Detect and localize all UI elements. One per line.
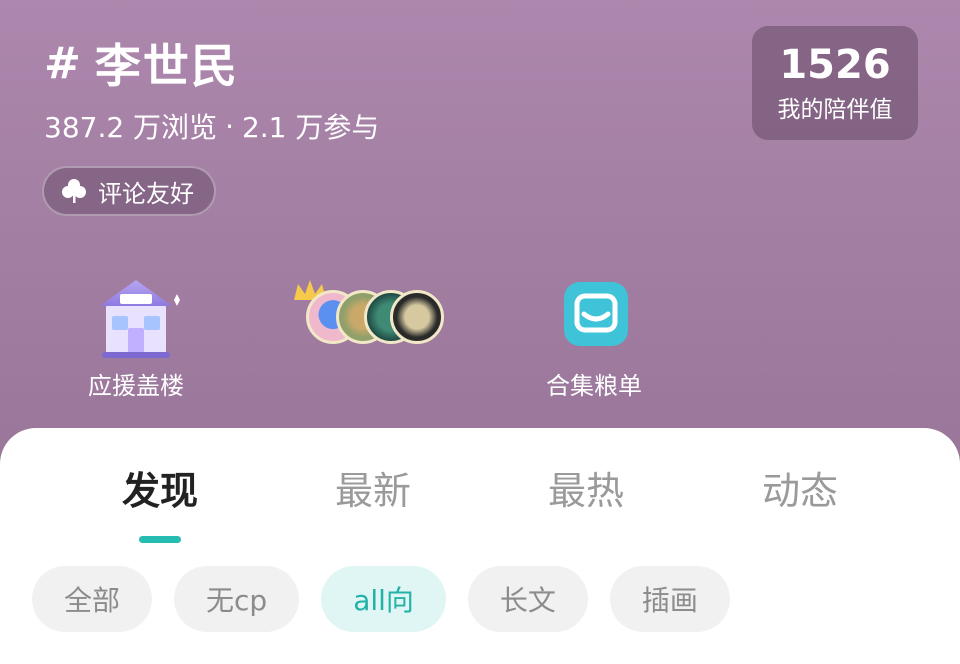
chip-all-direction[interactable]: all向 (321, 566, 446, 632)
chip-long-text[interactable]: 长文 (467, 566, 588, 632)
tab-hottest[interactable]: 最热 (506, 460, 666, 515)
tab-discover[interactable]: 发现 (80, 460, 240, 515)
comment-friendly-badge[interactable]: 评论友好 (42, 166, 216, 216)
topic-header: # 李世民 387.2 万浏览 · 2.1 万参与 评论友好 1526 我的陪伴… (0, 0, 960, 460)
companion-value: 1526 (779, 42, 891, 88)
fans-ranking-label (270, 366, 470, 396)
stats-separator: · (225, 109, 234, 143)
topic-title-row: # 李世民 (44, 30, 239, 96)
topic-title: 李世民 (94, 39, 239, 93)
filter-chips: 全部 无cp all向 长文 插画 (32, 566, 752, 632)
companion-label: 我的陪伴值 (777, 97, 893, 123)
companion-value-card[interactable]: 1526 我的陪伴值 (752, 26, 918, 140)
chip-illustration[interactable]: 插画 (609, 566, 730, 632)
badge-label: 评论友好 (98, 179, 194, 208)
tab-bar: 发现 最新 最热 动态 (0, 460, 960, 520)
views-count: 387.2 万浏览 (44, 111, 218, 144)
collection-list-entry[interactable]: 合集粮单 (494, 270, 694, 401)
topic-stats: 387.2 万浏览 · 2.1 万参与 (44, 106, 379, 146)
hash-icon: # (44, 37, 81, 89)
participants-count: 2.1 万参与 (241, 111, 380, 144)
building-icon (100, 280, 180, 358)
clover-icon (62, 179, 86, 203)
support-building-entry[interactable]: 应援盖楼 (36, 270, 236, 401)
support-building-label: 应援盖楼 (88, 372, 184, 400)
content-panel: 发现 最新 最热 动态 全部 无cp all向 长文 插画 (0, 428, 960, 664)
tab-latest[interactable]: 最新 (293, 460, 453, 515)
tab-activity[interactable]: 动态 (720, 460, 880, 515)
collection-list-label: 合集粮单 (546, 372, 642, 400)
chip-no-cp[interactable]: 无cp (174, 566, 300, 632)
active-tab-indicator (139, 536, 181, 543)
collection-icon (564, 282, 628, 346)
chip-all[interactable]: 全部 (32, 566, 153, 632)
fans-ranking-entry[interactable] (270, 270, 470, 396)
avatars-group-icon (270, 270, 470, 360)
avatar (390, 290, 444, 344)
